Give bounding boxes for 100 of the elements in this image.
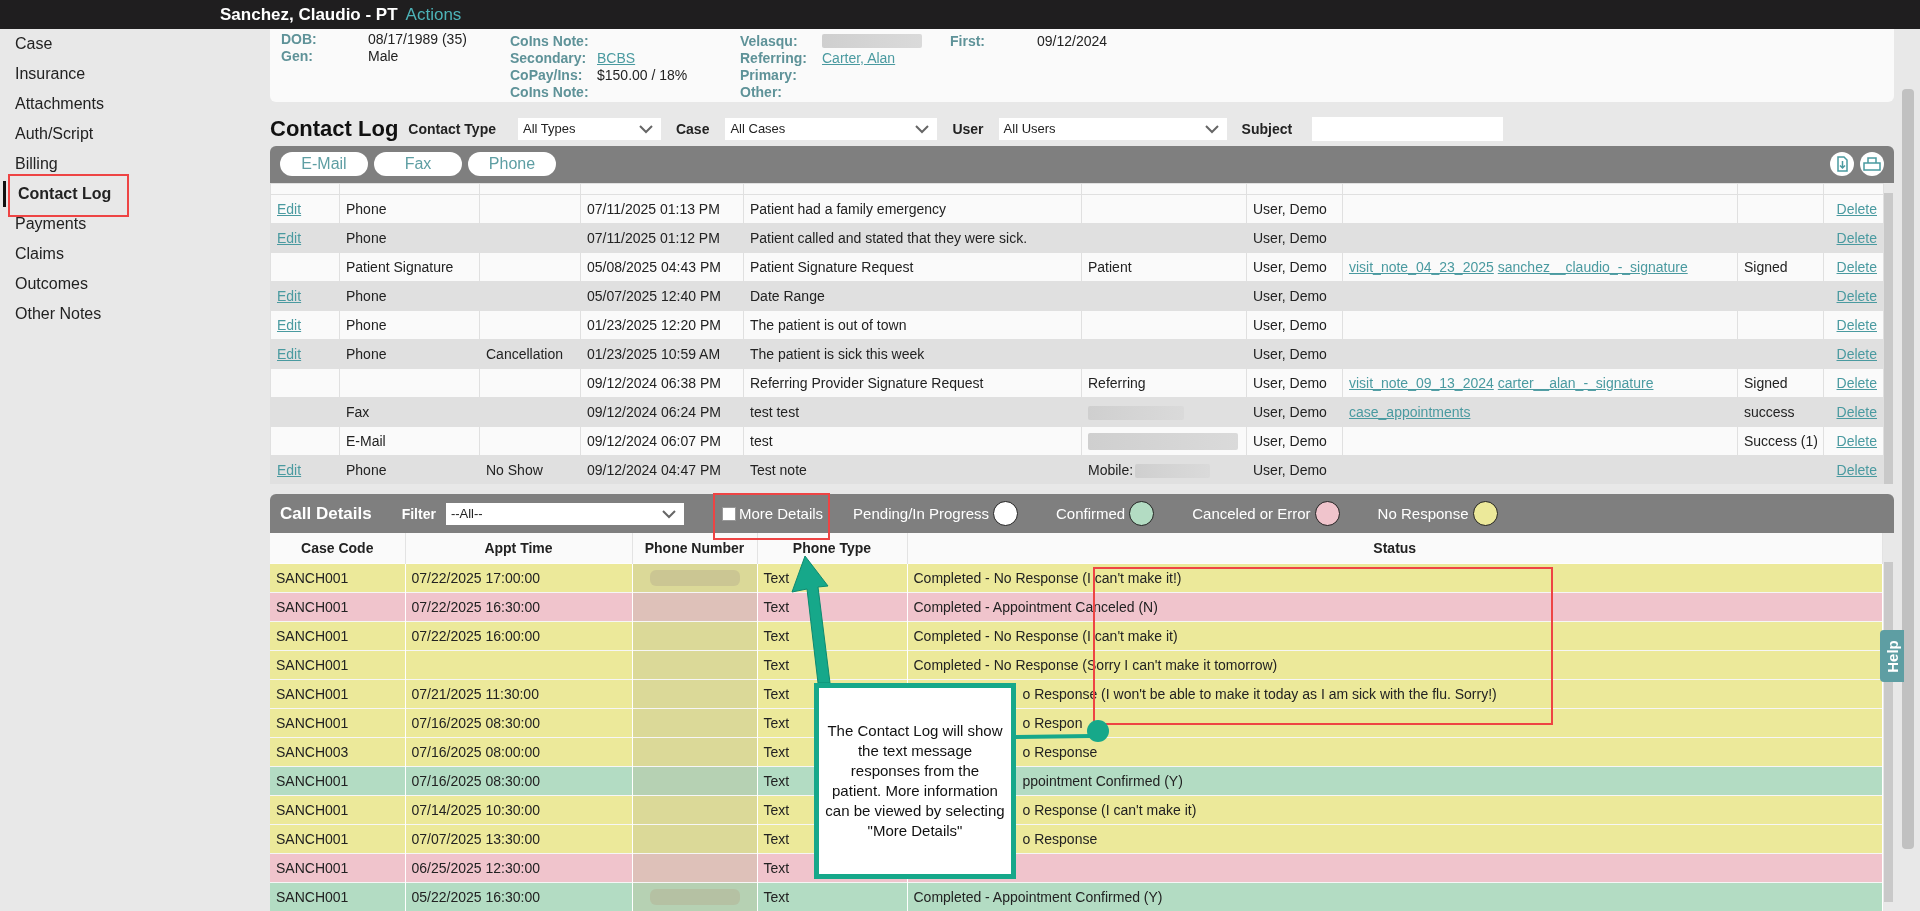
sidebar-item[interactable]: Outcomes — [0, 269, 88, 299]
table-cell: 07/16/2025 08:30:00 — [411, 773, 540, 789]
table-cell: Patient Signature — [346, 259, 454, 275]
table-cell: Text — [763, 773, 790, 789]
table-cell: Mobile: — [1088, 461, 1134, 478]
actions-link[interactable]: Actions — [405, 4, 462, 25]
filter-label: Case — [675, 120, 710, 137]
table-cell: Completed - No Response (I can't make it!) — [913, 570, 1182, 586]
table-cell: Patient Signature Request — [750, 259, 914, 275]
table-cell: 07/16/2025 08:00:00 — [411, 744, 540, 760]
edit-link[interactable]: Edit — [277, 462, 302, 478]
sidebar-item[interactable]: Attachments — [0, 89, 104, 119]
sidebar-item[interactable]: Payments — [0, 209, 87, 239]
table-cell: User, Demo — [1253, 230, 1327, 246]
attachment-link[interactable]: case_appointments — [1349, 404, 1471, 420]
checkbox[interactable] — [721, 506, 736, 521]
table-cell: Text — [763, 599, 790, 615]
table-cell: Text — [763, 715, 790, 731]
table-cell: 07/14/2025 10:30:00 — [411, 802, 540, 818]
scrollbar[interactable] — [1884, 193, 1893, 484]
table-cell: User, Demo — [1253, 346, 1327, 362]
table-cell: o Respon — [1022, 715, 1083, 731]
column-header: Appt Time — [484, 540, 553, 556]
type-button[interactable]: Phone — [468, 152, 556, 177]
table-cell: 07/22/2025 17:00:00 — [411, 570, 540, 586]
table-cell: Patient called and stated that they were sick. — [750, 230, 1028, 246]
table-cell: SANCH001 — [276, 599, 349, 615]
table-cell: Signed — [1744, 375, 1788, 391]
table-cell: SANCH001 — [276, 715, 349, 731]
edit-link[interactable]: Edit — [277, 317, 302, 333]
table-cell: o Response — [1022, 831, 1098, 847]
table-cell: User, Demo — [1253, 462, 1327, 478]
filter-select[interactable]: All Types — [517, 117, 661, 140]
table-cell: Text — [763, 802, 790, 818]
table-cell: SANCH001 — [276, 802, 349, 818]
field-label: Primary: — [740, 66, 798, 83]
attachment-link[interactable]: carter__alan_-_signature — [1497, 375, 1654, 391]
sidebar-item[interactable]: Contact Log — [3, 181, 112, 207]
field-value: 08/17/1989 (35) — [368, 30, 467, 47]
table-cell: Completed - No Response (I can't make it) — [913, 628, 1178, 644]
field-label: CoIns Note: — [510, 83, 590, 100]
table-cell: User, Demo — [1253, 375, 1327, 391]
field-label: Gen: — [281, 47, 314, 64]
table-cell: 09/12/2024 06:38 PM — [587, 375, 721, 391]
filter-label: User — [952, 120, 984, 137]
table-cell: 05/07/2025 12:40 PM — [587, 288, 721, 304]
edit-link[interactable]: Edit — [277, 201, 302, 217]
table-cell: SANCH001 — [276, 628, 349, 644]
legend-label: Confirmed — [1056, 505, 1126, 522]
print-button[interactable] — [1860, 152, 1884, 177]
field-label: CoPay/Ins: — [510, 66, 584, 83]
caret-icon — [661, 509, 676, 519]
table-cell: 01/23/2025 10:59 AM — [587, 346, 721, 362]
attachment-link[interactable]: sanchez__claudio_-_signature — [1497, 259, 1688, 275]
table-cell: 07/16/2025 08:30:00 — [411, 715, 540, 731]
sidebar-item[interactable]: Billing — [0, 149, 58, 179]
table-cell: SANCH001 — [276, 773, 349, 789]
table-cell: Cancellation — [486, 346, 564, 362]
sidebar-item[interactable]: Case — [0, 29, 53, 59]
table-cell: The patient is sick this week — [750, 346, 925, 362]
more-details-label[interactable]: More Details — [738, 505, 824, 522]
attachment-link[interactable]: visit_note_09_13_2024 — [1349, 375, 1494, 391]
table-cell: Text — [763, 657, 790, 673]
caret-icon — [1204, 124, 1219, 134]
table-cell: Phone — [346, 317, 387, 333]
field-label: CoIns Note: — [510, 32, 590, 49]
column-header: Phone Number — [644, 540, 745, 556]
sidebar-item[interactable]: Other Notes — [0, 299, 102, 329]
field-link[interactable]: BCBS — [597, 49, 636, 66]
field-value: Male — [368, 47, 399, 64]
page-scrollbar[interactable] — [1902, 89, 1914, 849]
field-link[interactable]: Carter, Alan — [822, 49, 896, 66]
column-header: Status — [1373, 540, 1417, 556]
edit-link[interactable]: Edit — [277, 230, 302, 246]
table-cell: User, Demo — [1253, 404, 1327, 420]
type-button[interactable]: Fax — [374, 152, 462, 177]
filter-select[interactable]: --All-- — [445, 502, 684, 525]
table-cell: Date Range — [750, 288, 825, 304]
filter-select[interactable]: All Cases — [725, 117, 938, 140]
callout-note: The Contact Log will show the text message responses from the patient. More information can be viewed by selecting "More Details" — [814, 683, 1016, 879]
table-cell: 09/12/2024 06:24 PM — [587, 404, 721, 420]
sidebar-item[interactable]: Insurance — [0, 59, 86, 89]
field-label: Velasqu: — [740, 32, 799, 49]
edit-link[interactable]: Edit — [277, 346, 302, 362]
type-button[interactable]: E-Mail — [280, 152, 368, 177]
filter-select[interactable]: All Users — [998, 117, 1227, 140]
table-cell: User, Demo — [1253, 433, 1327, 449]
help-tab[interactable]: Help — [1880, 630, 1904, 682]
edit-link[interactable]: Edit — [277, 288, 302, 304]
table-cell: Test note — [750, 462, 807, 478]
table-cell: E-Mail — [346, 433, 386, 449]
table-cell: Text — [763, 686, 790, 702]
table-cell: 07/07/2025 13:30:00 — [411, 831, 540, 847]
table-cell: SANCH003 — [276, 744, 349, 760]
export-button[interactable] — [1830, 152, 1854, 177]
attachment-link[interactable]: visit_note_04_23_2025 — [1349, 259, 1494, 275]
sidebar-item[interactable]: Claims — [0, 239, 64, 269]
table-cell: SANCH001 — [276, 831, 349, 847]
sidebar-item[interactable]: Auth/Script — [0, 119, 94, 149]
table-cell: Text — [763, 628, 790, 644]
